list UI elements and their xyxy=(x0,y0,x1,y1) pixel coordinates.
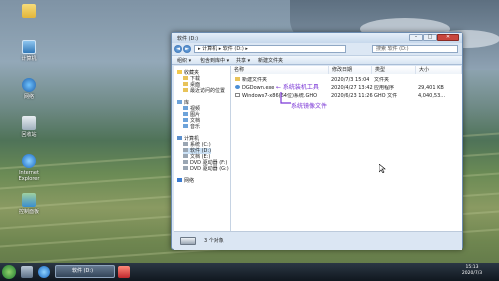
clock-date: 2020/7/3 xyxy=(461,271,483,276)
file-date: 2020/7/3 15:04 xyxy=(331,77,370,83)
start-button[interactable] xyxy=(2,265,16,279)
tree-item-network[interactable]: 网络 xyxy=(177,178,194,184)
file-type: 文件夹 xyxy=(374,77,390,83)
application-icon xyxy=(235,85,240,89)
gho-file-icon xyxy=(235,93,240,97)
server-manager-icon[interactable] xyxy=(21,266,33,278)
library-icon xyxy=(183,118,188,122)
library-icon xyxy=(183,124,188,128)
internet-explorer-icon[interactable] xyxy=(38,266,50,278)
desktop-icon-folder[interactable] xyxy=(9,4,49,20)
control-panel-icon xyxy=(22,193,36,207)
file-name: DGDown.exe xyxy=(242,85,275,91)
network-icon xyxy=(22,78,36,92)
folder-icon xyxy=(183,88,188,92)
command-toolbar: 组织 ▾ 包含到库中 ▾ 共享 ▾ 新建文件夹 xyxy=(172,55,462,65)
desktop-icon-control-panel[interactable]: 控制面板 xyxy=(9,193,49,215)
drive-icon xyxy=(183,154,188,158)
star-icon xyxy=(177,70,182,74)
new-folder-button[interactable]: 新建文件夹 xyxy=(258,57,283,64)
navigation-pane: 收藏夹 下载 桌面 最近访问的位置 库 视频 图片 文档 音乐 计算机 系统 (… xyxy=(174,66,231,231)
library-icon xyxy=(183,112,188,116)
file-type: GHO 文件 xyxy=(374,93,398,99)
file-size: 29,401 KB xyxy=(418,85,444,91)
status-text: 3 个对象 xyxy=(204,238,224,244)
file-row[interactable]: Windows7-x86(64位)系统.GHO 2020/6/23 11:26 … xyxy=(231,93,462,100)
tree-item-recent[interactable]: 最近访问的位置 xyxy=(183,88,225,94)
file-row[interactable]: DGDown.exe 2020/4/27 13:42 应用程序 29,401 K… xyxy=(231,85,462,92)
recycle-bin-icon xyxy=(22,116,36,130)
minimize-button[interactable]: – xyxy=(409,34,423,41)
address-bar-row: ◄ ► ▸ 计算机 ▸ 软件 (D:) ▸ 搜索 软件 (D:) xyxy=(172,43,462,55)
file-name: 新建文件夹 xyxy=(242,77,268,83)
file-row[interactable]: 新建文件夹 2020/7/3 15:04 文件夹 xyxy=(231,77,462,84)
file-type: 应用程序 xyxy=(374,85,395,91)
taskbar: 软件 (D:) 15:13 2020/7/3 xyxy=(0,263,499,281)
back-button[interactable]: ◄ xyxy=(174,45,182,53)
desktop-icon-recycle-bin[interactable]: 回收站 xyxy=(9,116,49,138)
forward-button[interactable]: ► xyxy=(183,45,191,53)
include-in-library-button[interactable]: 包含到库中 ▾ xyxy=(200,57,229,64)
file-list: 名称 修改日期 类型 大小 新建文件夹 2020/7/3 15:04 文件夹 D… xyxy=(231,66,462,231)
tree-item-dvd-g[interactable]: DVD 驱动器 (G:) xyxy=(183,166,229,172)
taskbar-task-explorer[interactable]: 软件 (D:) xyxy=(55,265,115,278)
drive-icon xyxy=(180,237,196,245)
library-icon xyxy=(183,106,188,110)
computer-icon xyxy=(22,40,36,54)
annotation-image-file: 系统镜像文件 xyxy=(291,103,328,110)
column-header-date[interactable]: 修改日期 xyxy=(329,66,372,74)
mouse-cursor-icon xyxy=(379,164,386,173)
share-button[interactable]: 共享 ▾ xyxy=(236,57,250,64)
address-input[interactable]: ▸ 计算机 ▸ 软件 (D:) ▸ xyxy=(194,45,346,53)
file-date: 2020/6/23 11:26 xyxy=(331,93,373,99)
system-clock[interactable]: 15:13 2020/7/3 xyxy=(448,265,496,277)
desktop-icon-computer[interactable]: 计算机 xyxy=(9,40,49,62)
app-icon[interactable] xyxy=(118,266,130,278)
drive-icon xyxy=(183,142,188,146)
column-header-name[interactable]: 名称 xyxy=(231,66,329,74)
status-bar: 3 个对象 xyxy=(174,231,462,250)
folder-icon xyxy=(183,82,188,86)
desktop-icon-internet-explorer[interactable]: Internet Explorer xyxy=(9,154,49,182)
drive-icon xyxy=(183,148,188,152)
tree-item-music[interactable]: 音乐 xyxy=(183,124,200,130)
close-button[interactable]: ✕ xyxy=(437,34,459,41)
file-size: 4,040,53... xyxy=(418,93,446,99)
folder-icon xyxy=(22,4,36,18)
dvd-icon xyxy=(183,166,188,170)
computer-icon xyxy=(177,136,182,140)
explorer-window: 软件 (D:) – □ ✕ ◄ ► ▸ 计算机 ▸ 软件 (D:) ▸ 搜索 软… xyxy=(171,32,463,250)
annotation-install-tool: ← 系统装机工具 xyxy=(276,84,319,91)
column-header-size[interactable]: 大小 xyxy=(416,66,462,74)
window-titlebar[interactable]: 软件 (D:) – □ ✕ xyxy=(172,33,462,43)
maximize-button[interactable]: □ xyxy=(423,34,437,41)
folder-icon xyxy=(235,77,240,81)
network-icon xyxy=(177,178,182,182)
dvd-icon xyxy=(183,160,188,164)
internet-explorer-icon xyxy=(22,154,36,168)
desktop-icon-network[interactable]: 网络 xyxy=(9,78,49,100)
search-input[interactable]: 搜索 软件 (D:) xyxy=(372,45,458,53)
annotation-arrow xyxy=(280,92,291,104)
folder-icon xyxy=(183,76,188,80)
library-icon xyxy=(177,100,182,104)
organize-button[interactable]: 组织 ▾ xyxy=(177,57,191,64)
window-title: 软件 (D:) xyxy=(177,36,199,42)
file-date: 2020/4/27 13:42 xyxy=(331,85,373,91)
column-header-type[interactable]: 类型 xyxy=(372,66,416,74)
